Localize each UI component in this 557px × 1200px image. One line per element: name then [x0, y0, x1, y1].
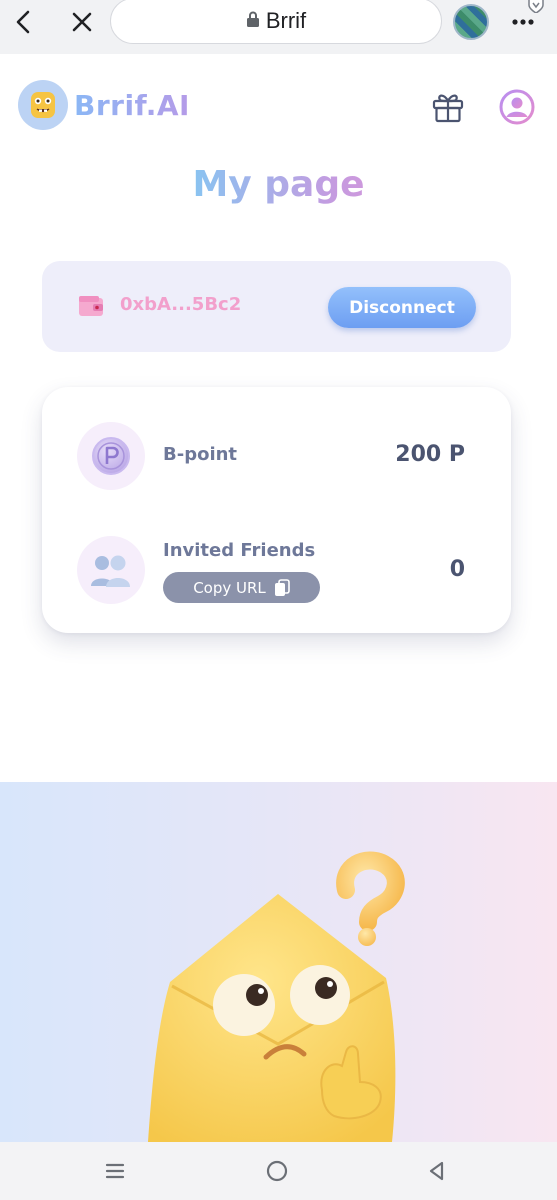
disconnect-button[interactable]: Disconnect — [328, 287, 476, 328]
url-text: Brrif — [265, 8, 307, 33]
friends-icon — [77, 536, 145, 604]
wallet-address: 0xbA...5Bc2 — [120, 294, 242, 315]
friends-value: 0 — [449, 557, 465, 582]
copy-url-label: Copy URL — [193, 578, 266, 597]
logo-text: Brrif.AI — [74, 88, 190, 122]
copy-icon — [274, 578, 290, 597]
wallet-card: 0xbA...5Bc2 Disconnect — [42, 261, 511, 352]
back-triangle-icon[interactable] — [422, 1156, 452, 1186]
lock-icon — [246, 11, 260, 31]
bpoint-value: 200 P — [395, 442, 465, 467]
mascot-logo-icon — [18, 80, 68, 130]
gift-icon[interactable] — [430, 89, 466, 125]
close-icon[interactable] — [66, 6, 98, 38]
copy-url-button[interactable]: Copy URL — [163, 572, 320, 603]
address-bar[interactable]: Brrif — [110, 0, 442, 44]
mascot-illustration — [0, 782, 557, 1142]
more-vertical-icon[interactable] — [505, 10, 541, 34]
bpoint-label: B-point — [163, 444, 238, 465]
back-arrow-icon[interactable] — [8, 6, 40, 38]
browser-toolbar: Brrif — [0, 0, 557, 54]
stats-card: B-point 200 P Invited Friends Copy URL 0 — [42, 387, 511, 633]
recent-apps-icon[interactable] — [100, 1156, 130, 1186]
home-icon[interactable] — [262, 1156, 292, 1186]
page-title: My page — [0, 164, 557, 205]
friends-label: Invited Friends — [163, 540, 316, 561]
user-profile-icon[interactable] — [499, 89, 535, 125]
mascot-question-icon — [148, 851, 405, 1142]
android-nav-bar — [0, 1142, 557, 1200]
coin-p-icon — [77, 422, 145, 490]
wallet-icon — [78, 295, 104, 317]
profile-avatar-icon[interactable] — [453, 4, 489, 40]
shield-icon — [527, 0, 545, 14]
brand-logo[interactable]: Brrif.AI — [18, 80, 190, 130]
